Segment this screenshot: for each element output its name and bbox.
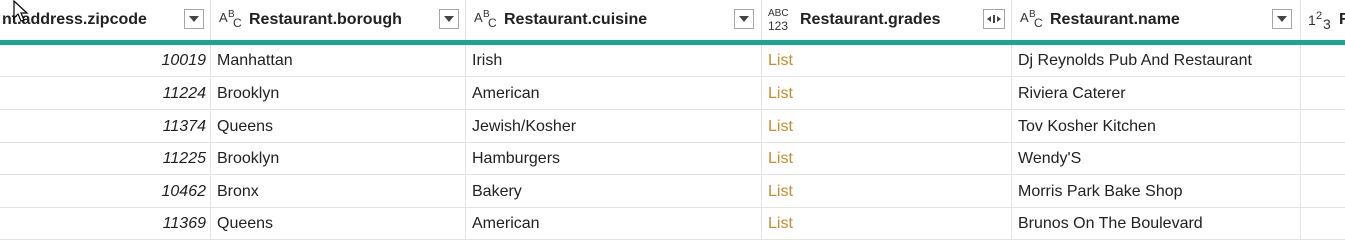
grades-list-link[interactable]: List (762, 78, 1012, 110)
column-header-cuisine[interactable]: A B C Restaurant.cuisine (466, 0, 762, 40)
svg-text:123: 123 (768, 19, 788, 33)
cuisine-cell[interactable]: Hamburgers (466, 143, 762, 175)
table-row: 10019 Manhattan Irish List Dj Reynolds P… (0, 45, 1345, 77)
name-cell[interactable]: Dj Reynolds Pub And Restaurant (1012, 45, 1301, 77)
svg-text:ABC: ABC (768, 8, 789, 19)
column-header-partial[interactable]: 1 2 3 R (1301, 0, 1345, 40)
name-cell[interactable]: Tov Kosher Kitchen (1012, 111, 1301, 143)
mouse-cursor-icon (13, 0, 29, 22)
table-row: 11369 Queens American List Brunos On The… (0, 208, 1345, 240)
cuisine-cell[interactable]: Jewish/Kosher (466, 111, 762, 143)
svg-text:A: A (1020, 10, 1029, 25)
column-name: Restaurant.borough (249, 11, 402, 28)
grades-list-link[interactable]: List (762, 143, 1012, 175)
text-type-icon[interactable]: A B C (217, 5, 247, 35)
borough-cell[interactable]: Brooklyn (211, 78, 466, 110)
dropdown-icon[interactable] (439, 9, 459, 29)
number-type-icon[interactable]: 1 2 3 (1307, 5, 1337, 35)
column-header-zipcode[interactable]: nt.address.zipcode (0, 0, 211, 40)
cuisine-cell[interactable]: Bakery (466, 176, 762, 208)
svg-text:C: C (488, 16, 497, 30)
svg-text:C: C (233, 16, 242, 30)
grades-list-link[interactable]: List (762, 208, 1012, 240)
svg-text:1: 1 (1308, 12, 1316, 28)
table-row: 11225 Brooklyn Hamburgers List Wendy'S (0, 143, 1345, 175)
column-name: R (1339, 11, 1345, 28)
svg-text:A: A (474, 10, 483, 25)
column-header-borough[interactable]: A B C Restaurant.borough (211, 0, 466, 40)
name-cell[interactable]: Riviera Caterer (1012, 78, 1301, 110)
svg-text:C: C (1034, 16, 1043, 30)
column-header-name[interactable]: A B C Restaurant.name (1012, 0, 1301, 40)
zipcode-cell[interactable]: 10019 (0, 45, 211, 77)
any-type-icon[interactable]: ABC 123 (768, 5, 798, 35)
borough-cell[interactable]: Bronx (211, 176, 466, 208)
borough-cell[interactable]: Brooklyn (211, 143, 466, 175)
table-row: 11374 Queens Jewish/Kosher List Tov Kosh… (0, 111, 1345, 143)
zipcode-cell[interactable]: 11224 (0, 78, 211, 110)
cuisine-cell[interactable]: American (466, 78, 762, 110)
table-row: 11224 Brooklyn American List Riviera Cat… (0, 78, 1345, 110)
grades-list-link[interactable]: List (762, 176, 1012, 208)
name-cell[interactable]: Morris Park Bake Shop (1012, 176, 1301, 208)
zipcode-cell[interactable]: 10462 (0, 176, 211, 208)
column-name: Restaurant.cuisine (504, 11, 648, 28)
dropdown-icon[interactable] (1272, 9, 1292, 29)
name-cell[interactable]: Brunos On The Boulevard (1012, 208, 1301, 240)
dropdown-icon[interactable] (734, 9, 754, 29)
cuisine-cell[interactable]: American (466, 208, 762, 240)
borough-cell[interactable]: Manhattan (211, 45, 466, 77)
name-cell[interactable]: Wendy'S (1012, 143, 1301, 175)
grades-list-link[interactable]: List (762, 111, 1012, 143)
zipcode-cell[interactable]: 11369 (0, 208, 211, 240)
svg-text:A: A (219, 10, 228, 25)
cuisine-cell[interactable]: Irish (466, 45, 762, 77)
table-row: 10462 Bronx Bakery List Morris Park Bake… (0, 176, 1345, 208)
column-header-grades[interactable]: ABC 123 Restaurant.grades (762, 0, 1012, 40)
svg-text:3: 3 (1323, 16, 1331, 32)
expand-icon[interactable] (983, 9, 1005, 29)
grades-list-link[interactable]: List (762, 45, 1012, 77)
text-type-icon[interactable]: A B C (1018, 5, 1048, 35)
column-name: Restaurant.grades (800, 11, 941, 28)
zipcode-cell[interactable]: 11225 (0, 143, 211, 175)
text-type-icon[interactable]: A B C (472, 5, 502, 35)
zipcode-cell[interactable]: 11374 (0, 111, 211, 143)
borough-cell[interactable]: Queens (211, 208, 466, 240)
dropdown-icon[interactable] (184, 9, 204, 29)
column-name: Restaurant.name (1050, 11, 1180, 28)
data-grid: nt.address.zipcode A B C Restaurant.boro… (0, 0, 1345, 240)
borough-cell[interactable]: Queens (211, 111, 466, 143)
svg-text:2: 2 (1316, 10, 1322, 22)
